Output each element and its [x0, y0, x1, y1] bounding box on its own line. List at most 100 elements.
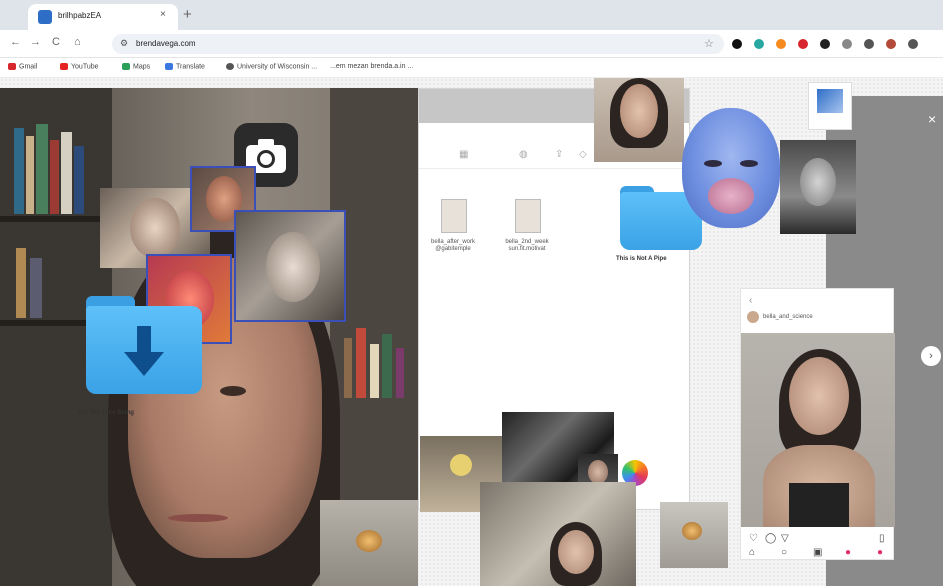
book [370, 344, 379, 398]
address-bar[interactable]: ⚙ brendavega.com ☆ [112, 34, 724, 54]
group-icon[interactable]: ◍ [519, 149, 528, 160]
reels-icon[interactable]: ▣ [813, 547, 822, 558]
face-thumbnail[interactable] [234, 210, 346, 322]
youtube-icon [60, 63, 68, 70]
face [130, 198, 180, 258]
save-icon[interactable]: ▯ [879, 533, 885, 544]
bookmark-label: Gmail [19, 63, 38, 71]
back-arrow-icon[interactable]: ‹ [749, 295, 752, 306]
folder-caption[interactable]: This is Not A Pipe [616, 256, 667, 262]
home-button[interactable]: ⌂ [74, 36, 81, 48]
url-text[interactable]: brendavega.com [136, 39, 196, 48]
eye [220, 386, 246, 396]
tag-icon[interactable]: ◇ [579, 149, 587, 160]
top [789, 483, 849, 527]
book [382, 334, 392, 398]
close-icon[interactable]: × [928, 111, 936, 127]
room-photo[interactable] [480, 482, 636, 586]
shelf [0, 216, 112, 222]
face-lower [708, 178, 754, 214]
home-icon[interactable]: ⌂ [749, 547, 755, 558]
site-info-icon[interactable]: ⚙ [120, 38, 128, 49]
download-arrow-icon [124, 326, 164, 376]
book [74, 146, 84, 214]
shop-icon[interactable]: ● [845, 547, 851, 558]
bookmark-label: University of Wisconsin ... [237, 63, 318, 71]
image-file-icon[interactable] [441, 199, 467, 233]
extension-icon[interactable] [864, 39, 874, 49]
extension-icon[interactable] [820, 39, 830, 49]
extension-icon[interactable] [732, 39, 742, 49]
insect [356, 530, 382, 552]
avatar[interactable] [747, 311, 759, 323]
book [14, 128, 24, 214]
book [356, 328, 366, 398]
search-icon[interactable]: ○ [781, 547, 787, 558]
share-icon[interactable]: ⇪ [555, 149, 563, 160]
file-label[interactable]: bella_after_work @gabitemple [423, 239, 483, 253]
book [50, 140, 59, 214]
reload-button[interactable]: C [52, 36, 60, 48]
instagram-handle[interactable]: bella_and_science [763, 314, 813, 320]
thumb-image [817, 89, 843, 113]
insect-photo-small[interactable] [660, 502, 728, 568]
book [36, 124, 48, 214]
eye [740, 160, 758, 167]
extension-icon[interactable] [798, 39, 808, 49]
face [800, 158, 836, 206]
extension-icon[interactable] [842, 39, 852, 49]
extension-icon[interactable] [776, 39, 786, 49]
face [789, 357, 849, 435]
browser-tab[interactable]: brilhpabzEA × [28, 4, 178, 30]
bw-portrait[interactable] [780, 140, 856, 234]
forward-button[interactable]: → [30, 36, 41, 48]
book [16, 248, 26, 318]
back-button[interactable]: ← [10, 36, 21, 48]
mouth [168, 514, 228, 522]
image-file-icon[interactable] [515, 199, 541, 233]
extension-icon[interactable] [754, 39, 764, 49]
book [344, 338, 352, 398]
book [26, 136, 34, 214]
face-photo[interactable] [594, 78, 684, 162]
file-label[interactable]: bella_2nd_week sun.fit.motivat [497, 239, 557, 253]
folder-caption[interactable]: For The Time Being [78, 410, 134, 416]
book [396, 348, 404, 398]
face [620, 84, 658, 138]
bookmark-university[interactable]: University of Wisconsin ... [226, 63, 317, 70]
bookmark-maps[interactable]: Maps [122, 63, 150, 70]
face [558, 530, 594, 574]
eye [704, 160, 722, 167]
gmail-icon [8, 63, 16, 70]
bookmark-label: Translate [176, 63, 205, 71]
send-icon[interactable]: ▽ [781, 533, 789, 544]
bookmark-translate[interactable]: Translate [165, 63, 205, 70]
bookmark-gmail[interactable]: Gmail [8, 63, 37, 70]
bookmark-youtube[interactable]: YouTube [60, 63, 99, 70]
bookmark-star-icon[interactable]: ☆ [704, 37, 714, 50]
instagram-post: ‹ bella_and_science ♡ ◯ ▽ ▯ ⌂ ○ ▣ ● ● [740, 288, 895, 560]
figurine [450, 454, 472, 476]
browser-toolbar: ← → C ⌂ ⚙ brendavega.com ☆ [0, 30, 943, 58]
new-tab-button[interactable]: + [183, 6, 192, 23]
maps-icon [122, 63, 130, 70]
download-folder[interactable] [86, 296, 202, 394]
extension-icon[interactable] [886, 39, 896, 49]
small-thumbnail[interactable] [808, 82, 852, 130]
extension-icon[interactable] [908, 39, 918, 49]
comment-icon[interactable]: ◯ [765, 533, 776, 544]
next-arrow-icon[interactable]: › [921, 346, 941, 366]
grid-view-icon[interactable]: ▦ [459, 149, 468, 160]
blue-mask-face[interactable] [682, 108, 780, 228]
globe-icon [226, 63, 234, 70]
tab-close-icon[interactable]: × [160, 9, 166, 20]
bookmark-label: ...em mezan brenda.a.in ... [330, 63, 414, 70]
instagram-photo[interactable] [741, 333, 895, 527]
bookmark-label: Maps [133, 63, 151, 71]
tab-strip: brilhpabzEA × + [0, 0, 943, 30]
profile-icon[interactable]: ● [877, 547, 883, 558]
like-icon[interactable]: ♡ [749, 533, 758, 544]
insect-photo[interactable] [320, 500, 418, 586]
bookmark-page[interactable]: ...em mezan brenda.a.in ... [330, 63, 413, 70]
page-viewport: For The Time Being ▦ ◍ ⇪ ◇ bella_after_w… [0, 78, 943, 586]
